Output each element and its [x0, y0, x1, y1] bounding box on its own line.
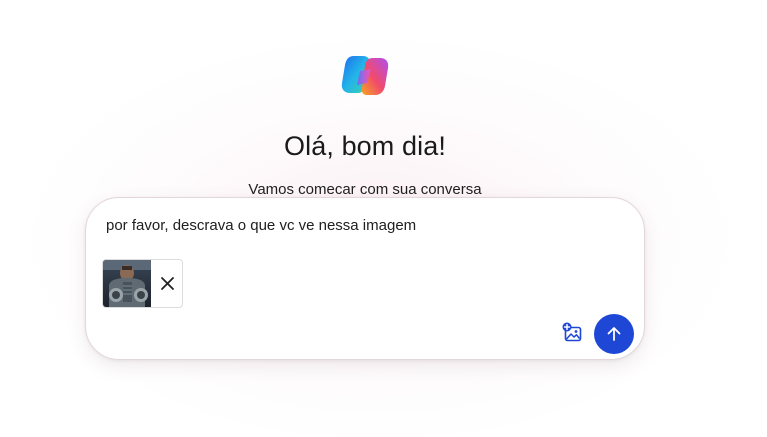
- greeting-subtitle: Vamos comecar com sua conversa: [248, 181, 482, 198]
- add-image-icon[interactable]: [562, 322, 584, 344]
- arrow-up-icon: [607, 327, 621, 341]
- greeting-title: Olá, bom dia!: [284, 131, 446, 161]
- copilot-logo: [341, 56, 389, 95]
- message-composer[interactable]: por favor, descrava o que vc ve nessa im…: [85, 197, 645, 360]
- attachment-thumbnail: [103, 260, 151, 307]
- message-input[interactable]: por favor, descrava o que vc ve nessa im…: [106, 217, 416, 234]
- send-button[interactable]: [594, 314, 634, 354]
- close-icon[interactable]: [159, 275, 176, 292]
- image-attachment[interactable]: [102, 259, 183, 308]
